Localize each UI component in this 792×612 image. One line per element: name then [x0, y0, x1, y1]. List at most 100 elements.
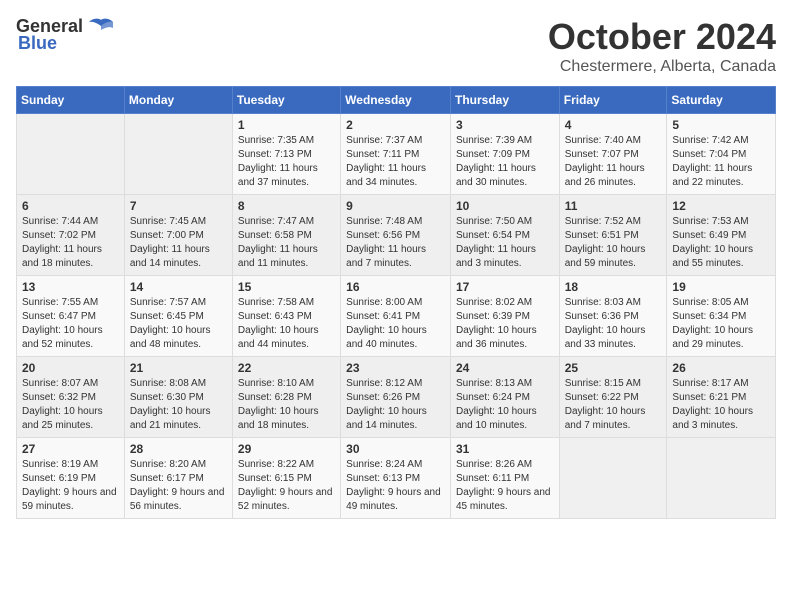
calendar-cell: 3Sunrise: 7:39 AM Sunset: 7:09 PM Daylig… [450, 114, 559, 195]
calendar-week-row: 13 Sunrise: 7:55 AM Sunset: 6:47 PM Dayli… [17, 276, 776, 357]
calendar-cell: 12 Sunrise: 7:53 AM Sunset: 6:49 PM Dayli… [667, 195, 776, 276]
calendar-cell: 22 Sunrise: 8:10 AM Sunset: 6:28 PM Dayli… [232, 357, 340, 438]
day-number: 27 [22, 442, 119, 456]
day-info: Sunrise: 7:35 AM Sunset: 7:13 PM Dayligh… [238, 134, 335, 190]
calendar-cell: 1 Sunrise: 7:35 AM Sunset: 7:13 PM Daylig… [232, 114, 340, 195]
day-info: Sunrise: 8:26 AM Sunset: 6:11 PM Dayligh… [456, 458, 554, 514]
day-number: 18 [565, 280, 662, 294]
calendar-cell [559, 438, 667, 519]
title-block: October 2024 Chestermere, Alberta, Canad… [548, 16, 776, 76]
day-info: Sunrise: 8:05 AM Sunset: 6:34 PM Dayligh… [672, 296, 770, 352]
calendar-cell: 24Sunrise: 8:13 AM Sunset: 6:24 PM Dayli… [450, 357, 559, 438]
day-info: Sunrise: 8:22 AM Sunset: 6:15 PM Dayligh… [238, 458, 335, 514]
day-number: 8 [238, 199, 335, 213]
calendar-cell: 17 Sunrise: 8:02 AM Sunset: 6:39 PM Dayli… [450, 276, 559, 357]
logo-blue-text: Blue [18, 33, 57, 54]
day-number: 13 [22, 280, 119, 294]
calendar-cell: 9 Sunrise: 7:48 AM Sunset: 6:56 PM Daylig… [341, 195, 451, 276]
day-info: Sunrise: 7:50 AM Sunset: 6:54 PM Dayligh… [456, 215, 554, 271]
day-number: 20 [22, 361, 119, 375]
weekday-header-wednesday: Wednesday [341, 87, 451, 114]
weekday-header-sunday: Sunday [17, 87, 125, 114]
calendar-cell: 4 Sunrise: 7:40 AM Sunset: 7:07 PM Daylig… [559, 114, 667, 195]
day-info: Sunrise: 8:07 AM Sunset: 6:32 PM Dayligh… [22, 377, 119, 433]
calendar-cell: 28Sunrise: 8:20 AM Sunset: 6:17 PM Dayli… [124, 438, 232, 519]
day-info: Sunrise: 7:44 AM Sunset: 7:02 PM Dayligh… [22, 215, 119, 271]
weekday-header-monday: Monday [124, 87, 232, 114]
day-number: 17 [456, 280, 554, 294]
calendar-week-row: 20 Sunrise: 8:07 AM Sunset: 6:32 PM Dayli… [17, 357, 776, 438]
calendar-cell [17, 114, 125, 195]
calendar-cell: 31 Sunrise: 8:26 AM Sunset: 6:11 PM Dayli… [450, 438, 559, 519]
calendar-cell: 7 Sunrise: 7:45 AM Sunset: 7:00 PM Daylig… [124, 195, 232, 276]
day-info: Sunrise: 8:02 AM Sunset: 6:39 PM Dayligh… [456, 296, 554, 352]
day-number: 12 [672, 199, 770, 213]
calendar-cell: 29 Sunrise: 8:22 AM Sunset: 6:15 PM Dayli… [232, 438, 340, 519]
day-info: Sunrise: 7:48 AM Sunset: 6:56 PM Dayligh… [346, 215, 445, 271]
day-info: Sunrise: 8:08 AM Sunset: 6:30 PM Dayligh… [130, 377, 227, 433]
calendar-header-row: SundayMondayTuesdayWednesdayThursdayFrid… [17, 87, 776, 114]
calendar-cell: 21 Sunrise: 8:08 AM Sunset: 6:30 PM Dayli… [124, 357, 232, 438]
day-info: Sunrise: 7:42 AM Sunset: 7:04 PM Dayligh… [672, 134, 770, 190]
day-number: 16 [346, 280, 445, 294]
day-info: Sunrise: 7:57 AM Sunset: 6:45 PM Dayligh… [130, 296, 227, 352]
day-info: Sunrise: 7:58 AM Sunset: 6:43 PM Dayligh… [238, 296, 335, 352]
day-info: Sunrise: 8:00 AM Sunset: 6:41 PM Dayligh… [346, 296, 445, 352]
day-number: 26 [672, 361, 770, 375]
calendar-cell: 6Sunrise: 7:44 AM Sunset: 7:02 PM Daylig… [17, 195, 125, 276]
day-info: Sunrise: 7:52 AM Sunset: 6:51 PM Dayligh… [565, 215, 662, 271]
day-info: Sunrise: 8:17 AM Sunset: 6:21 PM Dayligh… [672, 377, 770, 433]
calendar-week-row: 1 Sunrise: 7:35 AM Sunset: 7:13 PM Daylig… [17, 114, 776, 195]
day-info: Sunrise: 7:39 AM Sunset: 7:09 PM Dayligh… [456, 134, 554, 190]
day-number: 4 [565, 118, 662, 132]
day-number: 28 [130, 442, 227, 456]
day-info: Sunrise: 7:47 AM Sunset: 6:58 PM Dayligh… [238, 215, 335, 271]
day-number: 29 [238, 442, 335, 456]
calendar-cell: 18 Sunrise: 8:03 AM Sunset: 6:36 PM Dayli… [559, 276, 667, 357]
calendar-cell: 14 Sunrise: 7:57 AM Sunset: 6:45 PM Dayli… [124, 276, 232, 357]
day-info: Sunrise: 8:24 AM Sunset: 6:13 PM Dayligh… [346, 458, 445, 514]
calendar-cell: 27 Sunrise: 8:19 AM Sunset: 6:19 PM Dayli… [17, 438, 125, 519]
calendar-cell [124, 114, 232, 195]
calendar-cell: 5 Sunrise: 7:42 AM Sunset: 7:04 PM Daylig… [667, 114, 776, 195]
day-number: 14 [130, 280, 227, 294]
weekday-header-friday: Friday [559, 87, 667, 114]
calendar-cell: 20 Sunrise: 8:07 AM Sunset: 6:32 PM Dayli… [17, 357, 125, 438]
calendar-cell: 15 Sunrise: 7:58 AM Sunset: 6:43 PM Dayli… [232, 276, 340, 357]
calendar-cell: 8 Sunrise: 7:47 AM Sunset: 6:58 PM Daylig… [232, 195, 340, 276]
day-number: 5 [672, 118, 770, 132]
calendar-week-row: 6Sunrise: 7:44 AM Sunset: 7:02 PM Daylig… [17, 195, 776, 276]
calendar-cell [667, 438, 776, 519]
day-number: 11 [565, 199, 662, 213]
logo-bird-icon [87, 18, 115, 36]
calendar-cell: 13 Sunrise: 7:55 AM Sunset: 6:47 PM Dayli… [17, 276, 125, 357]
day-info: Sunrise: 7:55 AM Sunset: 6:47 PM Dayligh… [22, 296, 119, 352]
calendar-cell: 16 Sunrise: 8:00 AM Sunset: 6:41 PM Dayli… [341, 276, 451, 357]
day-info: Sunrise: 8:13 AM Sunset: 6:24 PM Dayligh… [456, 377, 554, 433]
day-info: Sunrise: 7:53 AM Sunset: 6:49 PM Dayligh… [672, 215, 770, 271]
day-number: 21 [130, 361, 227, 375]
day-number: 25 [565, 361, 662, 375]
day-info: Sunrise: 8:15 AM Sunset: 6:22 PM Dayligh… [565, 377, 662, 433]
day-number: 22 [238, 361, 335, 375]
day-number: 10 [456, 199, 554, 213]
day-number: 9 [346, 199, 445, 213]
day-number: 31 [456, 442, 554, 456]
day-info: Sunrise: 8:10 AM Sunset: 6:28 PM Dayligh… [238, 377, 335, 433]
day-info: Sunrise: 8:19 AM Sunset: 6:19 PM Dayligh… [22, 458, 119, 514]
calendar-cell: 2Sunrise: 7:37 AM Sunset: 7:11 PM Daylig… [341, 114, 451, 195]
calendar-week-row: 27 Sunrise: 8:19 AM Sunset: 6:19 PM Dayli… [17, 438, 776, 519]
calendar-cell: 11 Sunrise: 7:52 AM Sunset: 6:51 PM Dayli… [559, 195, 667, 276]
day-info: Sunrise: 8:12 AM Sunset: 6:26 PM Dayligh… [346, 377, 445, 433]
day-number: 1 [238, 118, 335, 132]
calendar-cell: 30Sunrise: 8:24 AM Sunset: 6:13 PM Dayli… [341, 438, 451, 519]
day-number: 19 [672, 280, 770, 294]
day-number: 15 [238, 280, 335, 294]
day-info: Sunrise: 7:45 AM Sunset: 7:00 PM Dayligh… [130, 215, 227, 271]
day-info: Sunrise: 7:40 AM Sunset: 7:07 PM Dayligh… [565, 134, 662, 190]
calendar-table: SundayMondayTuesdayWednesdayThursdayFrid… [16, 86, 776, 519]
day-number: 2 [346, 118, 445, 132]
day-number: 7 [130, 199, 227, 213]
day-info: Sunrise: 8:03 AM Sunset: 6:36 PM Dayligh… [565, 296, 662, 352]
calendar-cell: 23Sunrise: 8:12 AM Sunset: 6:26 PM Dayli… [341, 357, 451, 438]
